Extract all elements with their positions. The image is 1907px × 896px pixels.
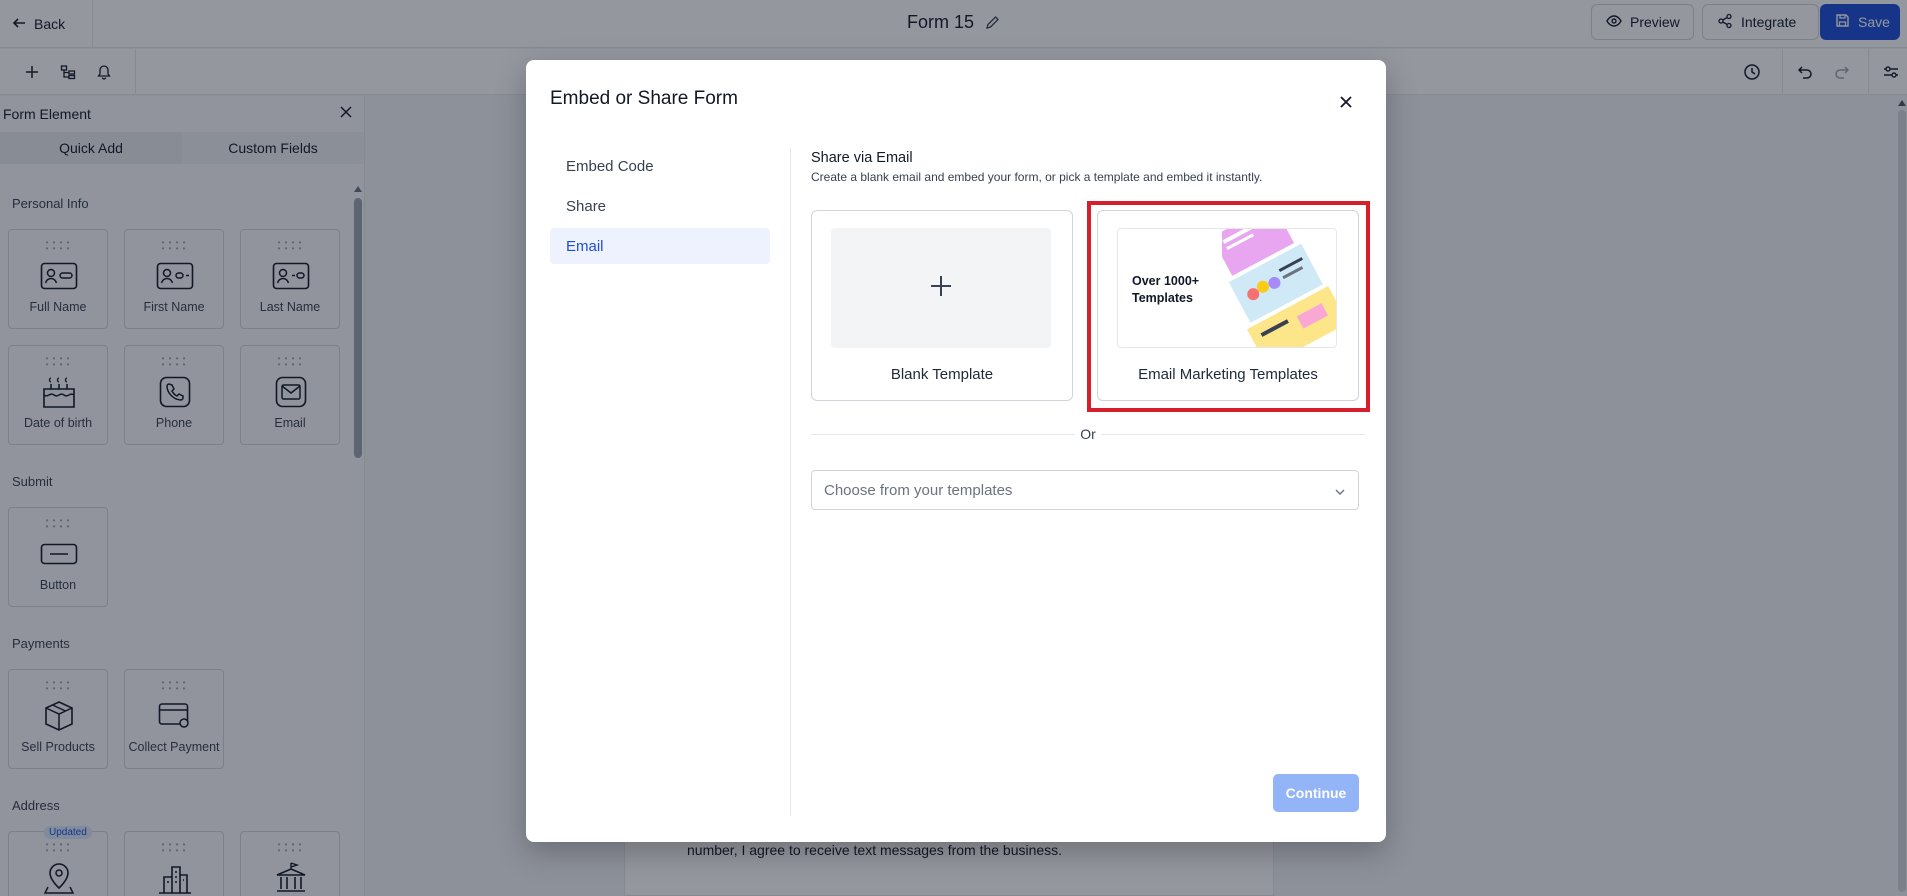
modal-nav: Embed Code Share Email: [550, 148, 770, 268]
nav-share[interactable]: Share: [550, 188, 770, 224]
blank-template-thumbnail: [831, 228, 1051, 348]
divider: [790, 148, 791, 816]
divider: [1101, 434, 1365, 435]
blank-template-label: Blank Template: [890, 366, 994, 383]
close-icon[interactable]: [1334, 90, 1358, 114]
blank-template-card[interactable]: Blank Template: [811, 210, 1073, 401]
section-heading: Share via Email: [811, 150, 913, 166]
plus-icon: [929, 274, 953, 303]
divider: [811, 434, 1075, 435]
or-label: Or: [1080, 426, 1096, 442]
embed-share-modal: Embed or Share Form Embed Code Share Ema…: [526, 60, 1386, 842]
continue-button[interactable]: Continue: [1273, 774, 1359, 812]
select-placeholder: Choose from your templates: [824, 482, 1013, 499]
chevron-down-icon: [1334, 485, 1346, 503]
modal-title: Embed or Share Form: [550, 88, 738, 109]
nav-embed-code[interactable]: Embed Code: [550, 148, 770, 184]
nav-email[interactable]: Email: [550, 228, 770, 264]
selection-highlight: [1087, 201, 1370, 412]
section-subheading: Create a blank email and embed your form…: [811, 170, 1263, 184]
template-select[interactable]: Choose from your templates: [811, 470, 1359, 510]
